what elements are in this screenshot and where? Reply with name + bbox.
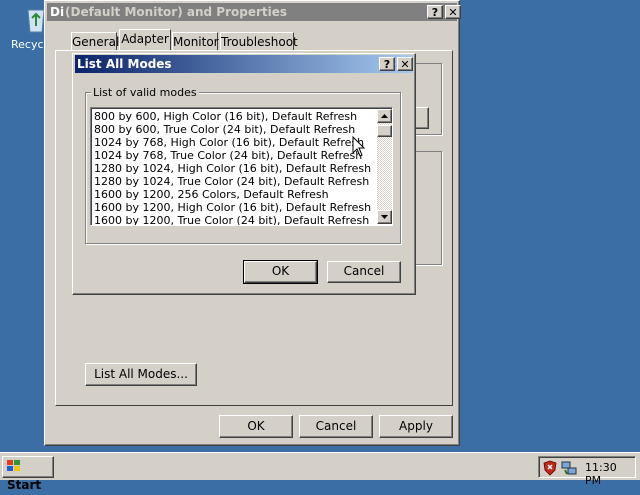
display-properties-titlebar[interactable]: Di (Default Monitor) and Properties ? ✕ (47, 3, 461, 21)
apply-button[interactable]: Apply (379, 415, 453, 438)
list-all-modes-titlebar[interactable]: List All Modes ? ✕ (75, 55, 413, 73)
list-item[interactable]: 1280 by 1024, High Color (16 bit), Defau… (92, 162, 376, 175)
tab-general[interactable]: General (71, 32, 119, 50)
list-item[interactable]: 1600 by 1200, 256 Colors, Default Refres… (92, 188, 376, 201)
windows-logo-icon (7, 459, 21, 471)
close-button[interactable]: ✕ (445, 5, 461, 19)
properties-button-partial[interactable] (415, 107, 429, 129)
mouse-cursor-icon (352, 135, 366, 158)
scroll-thumb[interactable] (377, 125, 392, 137)
start-label: Start (7, 478, 42, 492)
taskbar: Start 11:30 PM (0, 452, 640, 492)
help-button[interactable]: ? (427, 5, 443, 19)
clock[interactable]: 11:30 PM (585, 461, 635, 487)
list-all-modes-dialog: List All Modes ? ✕ List of valid modes 8… (72, 53, 416, 295)
list-item[interactable]: 1280 by 1024, True Color (24 bit), Defau… (92, 175, 376, 188)
dialog-close-button[interactable]: ✕ (397, 57, 413, 71)
scroll-up-arrow[interactable] (377, 109, 392, 123)
ok-button[interactable]: OK (219, 415, 293, 438)
tab-troubleshoot[interactable]: Troubleshoot (220, 32, 298, 50)
scroll-down-arrow[interactable] (377, 210, 392, 224)
dialog-help-button[interactable]: ? (379, 57, 395, 71)
list-item[interactable]: 1600 by 1200, True Color (24 bit), Defau… (92, 214, 376, 225)
dialog-cancel-button[interactable]: Cancel (327, 261, 401, 283)
start-button[interactable]: Start (2, 456, 54, 492)
window-title-prefix: Di (50, 5, 65, 19)
list-item[interactable]: 1600 by 1200, High Color (16 bit), Defau… (92, 201, 376, 214)
list-item[interactable]: 1024 by 768, True Color (24 bit), Defaul… (92, 149, 376, 162)
dialog-title: List All Modes (77, 57, 172, 71)
tab-monitor[interactable]: Monitor (172, 32, 219, 50)
network-icon[interactable] (561, 460, 577, 476)
valid-modes-label: List of valid modes (91, 86, 199, 99)
modes-list: 800 by 600, High Color (16 bit), Default… (92, 110, 376, 225)
system-tray: 11:30 PM (538, 456, 636, 487)
list-item[interactable]: 800 by 600, High Color (16 bit), Default… (92, 110, 376, 123)
window-title: (Default Monitor) and Properties (65, 5, 288, 19)
dialog-ok-button[interactable]: OK (243, 260, 318, 284)
vertical-scrollbar[interactable] (377, 109, 392, 224)
list-item[interactable]: 1024 by 768, High Color (16 bit), Defaul… (92, 136, 376, 149)
tab-adapter[interactable]: Adapter (119, 29, 171, 50)
cancel-button[interactable]: Cancel (299, 415, 373, 438)
list-item[interactable]: 800 by 600, True Color (24 bit), Default… (92, 123, 376, 136)
adapter-info-groupbox (415, 151, 442, 265)
modes-listbox[interactable]: 800 by 600, High Color (16 bit), Default… (90, 107, 393, 226)
list-all-modes-button[interactable]: List All Modes... (85, 363, 197, 386)
security-shield-icon[interactable] (543, 460, 557, 476)
